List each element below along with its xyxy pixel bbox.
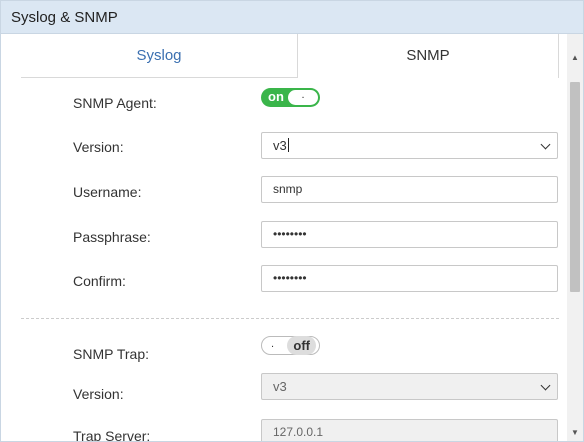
tab-syslog[interactable]: Syslog xyxy=(21,34,297,78)
snmp-settings-form: SNMP Agent: on . Version: v3 Username: s… xyxy=(1,78,567,441)
confirm-passphrase-field[interactable]: •••••••• xyxy=(261,265,558,292)
passphrase-field[interactable]: •••••••• xyxy=(261,221,558,248)
trap-server-field: 127.0.0.1 xyxy=(261,419,558,441)
trap-version-value: v3 xyxy=(273,379,287,394)
snmp-trap-toggle[interactable]: . off xyxy=(261,336,320,355)
vertical-scrollbar[interactable]: ▲ ▼ xyxy=(567,34,583,441)
username-field[interactable]: snmp xyxy=(261,176,558,203)
scroll-up-arrow-icon[interactable]: ▲ xyxy=(567,50,583,66)
chevron-down-icon xyxy=(540,380,551,391)
toggle-knob: . xyxy=(271,338,275,350)
username-label: Username: xyxy=(73,184,142,200)
chevron-down-icon xyxy=(540,139,551,150)
toggle-knob: . xyxy=(288,90,318,105)
trap-version-label: Version: xyxy=(73,386,124,402)
panel-title: Syslog & SNMP xyxy=(1,1,583,34)
tab-snmp[interactable]: SNMP xyxy=(297,34,559,78)
text-cursor xyxy=(287,138,289,152)
snmp-trap-label: SNMP Trap: xyxy=(73,346,149,362)
confirm-label: Confirm: xyxy=(73,273,126,289)
snmp-agent-toggle[interactable]: on . xyxy=(261,88,320,107)
version-select[interactable]: v3 xyxy=(261,132,558,159)
version-select-value: v3 xyxy=(273,138,287,153)
tab-bar: Syslog SNMP xyxy=(21,34,559,78)
syslog-snmp-panel: Syslog & SNMP Syslog SNMP SNMP Agent: on… xyxy=(0,0,584,442)
scrollbar-thumb[interactable] xyxy=(570,82,580,292)
passphrase-label: Passphrase: xyxy=(73,229,151,245)
snmp-agent-label: SNMP Agent: xyxy=(73,95,157,111)
snmp-trap-toggle-label: off xyxy=(287,336,316,355)
trap-version-select: v3 xyxy=(261,373,558,400)
version-label: Version: xyxy=(73,139,124,155)
section-divider xyxy=(21,318,559,319)
scroll-down-arrow-icon[interactable]: ▼ xyxy=(567,425,583,441)
trap-server-label: Trap Server: xyxy=(73,428,151,441)
snmp-agent-toggle-label: on xyxy=(268,89,284,104)
